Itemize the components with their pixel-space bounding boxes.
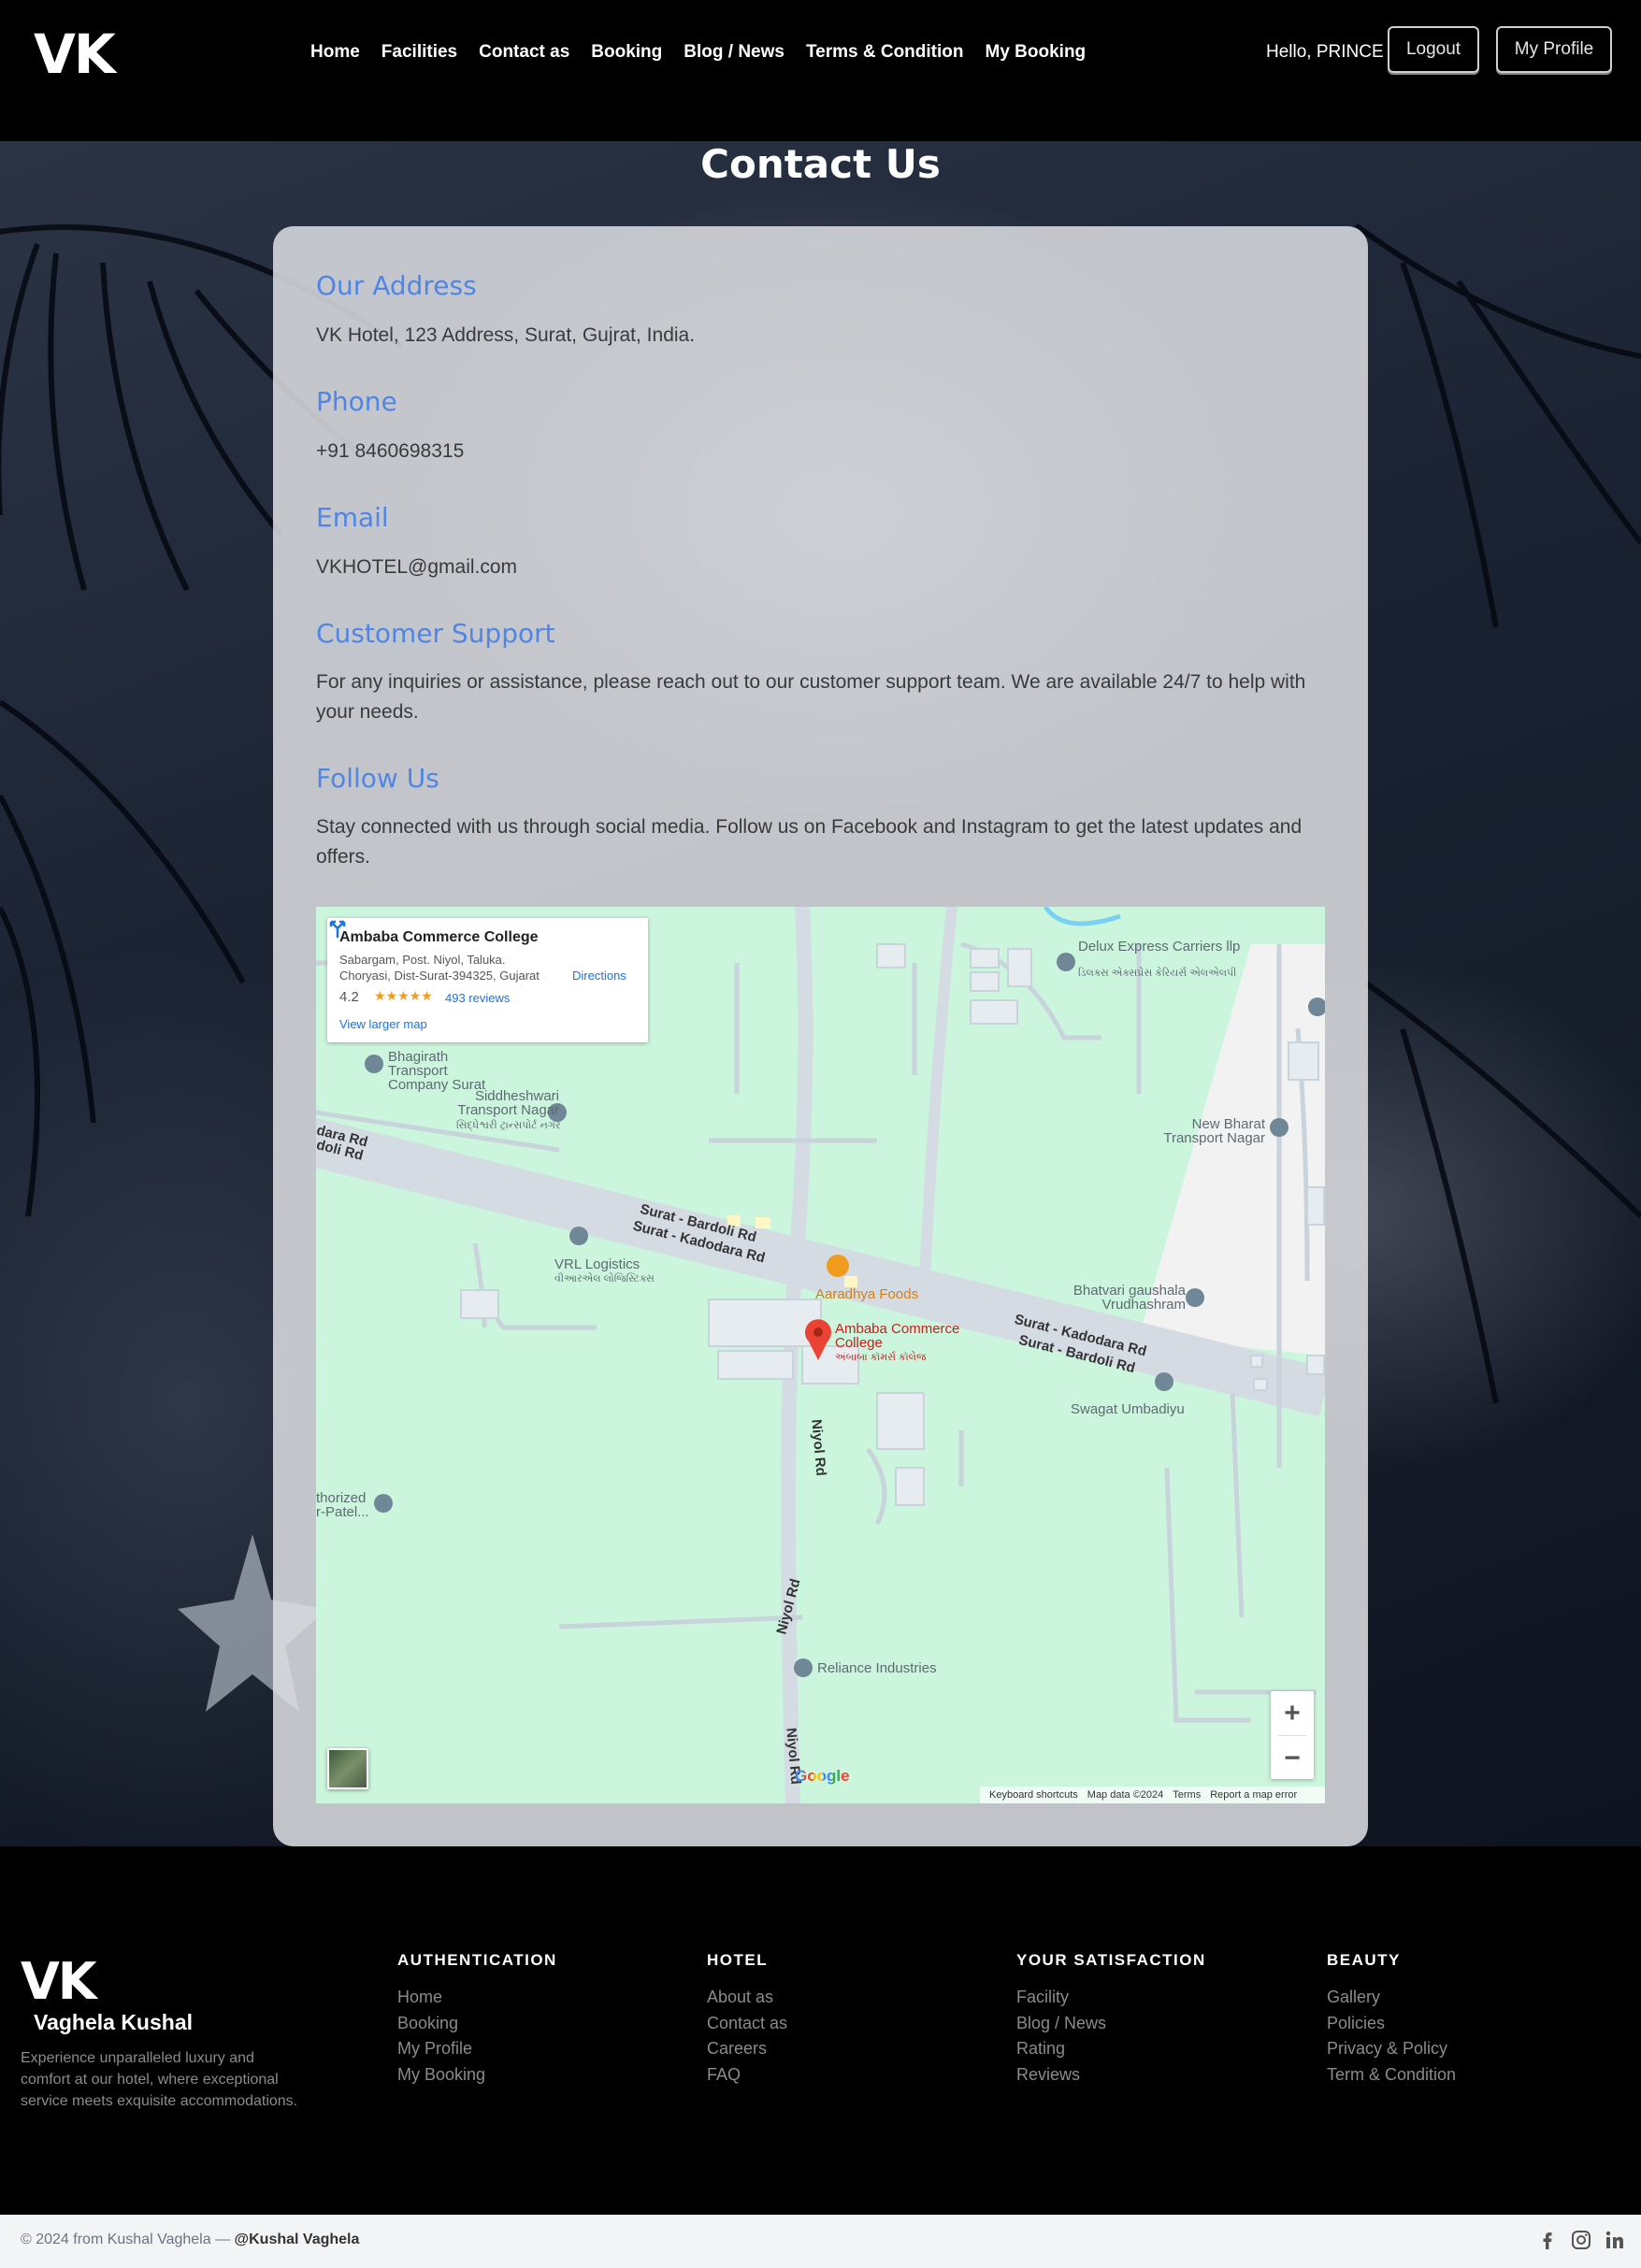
map-attribution: Keyboard shortcuts Map data ©2024 Terms … <box>980 1787 1325 1803</box>
google-logo: Google <box>795 1767 850 1786</box>
footer-brand-name: Vaghela Kushal <box>34 2010 194 2034</box>
satellite-toggle[interactable] <box>327 1748 368 1789</box>
zoom-out-button[interactable]: − <box>1271 1736 1314 1780</box>
footer-link-my-profile[interactable]: My Profile <box>397 2036 557 2062</box>
footer-col-satisfaction: YOUR SATISFACTION Facility Blog / News R… <box>1016 1951 1206 2088</box>
map-terms-link[interactable]: Terms <box>1173 1787 1201 1803</box>
map-label-delux: Delux Express Carriers llp <box>1078 939 1241 955</box>
footer-link-careers[interactable]: Careers <box>707 2036 787 2062</box>
footer-col-title: BEAUTY <box>1327 1951 1401 1969</box>
nav-blog[interactable]: Blog / News <box>684 39 785 65</box>
directions-link[interactable]: Directions <box>572 969 626 983</box>
address-text: VK Hotel, 123 Address, Surat, Gujrat, In… <box>316 324 696 346</box>
footer-link-facility[interactable]: Facility <box>1016 1985 1206 2011</box>
site-logo[interactable]: VK <box>34 22 116 86</box>
footer-link-booking[interactable]: Booking <box>397 2011 557 2037</box>
map-label-siddheshwari: Siddheshwari Transport Nagar <box>457 1088 559 1118</box>
footer-link-faq[interactable]: FAQ <box>707 2062 787 2089</box>
embedded-map[interactable]: Delux Express Carriers llp ડિલક્સ એક્સપ્… <box>316 907 1325 1803</box>
follow-heading: Follow Us <box>316 763 439 794</box>
top-navbar: VK Home Facilities Contact as Booking Bl… <box>0 0 1641 141</box>
copyright-text: © 2024 from Kushal Vaghela — @Kushal Vag… <box>21 2232 359 2248</box>
report-map-error-link[interactable]: Report a map error <box>1210 1787 1297 1803</box>
footer-link-gallery[interactable]: Gallery <box>1327 1985 1456 2011</box>
footer-link-terms[interactable]: Term & Condition <box>1327 2062 1456 2089</box>
directions-icon[interactable] <box>327 918 348 939</box>
map-label-bhatvari: Bhatvari gaushala Vrudhashram <box>1072 1283 1186 1313</box>
footer-col-authentication: AUTHENTICATION Home Booking My Profile M… <box>397 1951 557 2088</box>
place-rating: 4.2 <box>339 989 359 1005</box>
footer-col-title: YOUR SATISFACTION <box>1016 1951 1206 1969</box>
map-label-new-bharat: New Bharat Transport Nagar <box>1163 1116 1265 1146</box>
keyboard-shortcuts-link[interactable]: Keyboard shortcuts <box>989 1787 1078 1803</box>
footer-link-rating[interactable]: Rating <box>1016 2036 1206 2062</box>
map-label-authorized: thorized r-Patel... <box>316 1490 369 1520</box>
nav-booking[interactable]: Booking <box>591 39 662 65</box>
instagram-icon[interactable] <box>1570 2229 1592 2251</box>
footer-link-reviews[interactable]: Reviews <box>1016 2062 1206 2089</box>
map-label-vrl-gu: વીઆરએલ લોજિસ્ટિક્સ <box>554 1273 655 1285</box>
main-nav: Home Facilities Contact as Booking Blog … <box>310 39 1107 65</box>
rating-stars: ★★★★★ <box>374 988 433 1003</box>
footer-col-title: HOTEL <box>707 1951 769 1969</box>
footer-link-about[interactable]: About as <box>707 1985 787 2011</box>
map-label-delux-gu: ડિલક્સ એક્સપ્રેસ કેરિયર્સ એલએલપી <box>1078 968 1237 979</box>
footer-col-hotel: HOTEL About as Contact as Careers FAQ <box>707 1951 787 2088</box>
google-logo-text: Google <box>795 1767 850 1785</box>
map-data-text: Map data ©2024 <box>1087 1789 1164 1801</box>
map-label-college-gu: અંબાબા કૉમર્સ કૉલેજ <box>835 1352 927 1363</box>
copyright-prefix: © 2024 from Kushal Vaghela — <box>21 2232 231 2247</box>
support-text: For any inquiries or assistance, please … <box>316 671 1306 723</box>
map-label-aaradhya: Aaradhya Foods <box>815 1286 919 1302</box>
email-heading: Email <box>316 502 389 533</box>
user-greeting: Hello, PRINCE <box>1266 42 1384 62</box>
address-heading: Our Address <box>316 270 477 301</box>
map-label-reliance: Reliance Industries <box>817 1660 937 1676</box>
footer-link-home[interactable]: Home <box>397 1985 557 2011</box>
nav-contact[interactable]: Contact as <box>479 39 569 65</box>
reviews-link[interactable]: 493 reviews <box>445 991 510 1005</box>
nav-terms[interactable]: Terms & Condition <box>806 39 964 65</box>
phone-heading: Phone <box>316 386 397 417</box>
facebook-icon[interactable] <box>1536 2229 1559 2251</box>
place-address: Sabargam, Post. Niyol, Taluka. Choryasi,… <box>339 953 540 983</box>
footer-col-beauty: BEAUTY Gallery Policies Privacy & Policy… <box>1327 1951 1456 2088</box>
footer-link-my-booking[interactable]: My Booking <box>397 2062 557 2089</box>
footer-col-title: AUTHENTICATION <box>397 1951 557 1969</box>
footer-link-policies[interactable]: Policies <box>1327 2011 1456 2037</box>
map-label-swagat: Swagat Umbadiyu <box>1071 1401 1185 1417</box>
support-heading: Customer Support <box>316 618 555 649</box>
view-larger-map-link[interactable]: View larger map <box>339 1017 427 1031</box>
zoom-in-button[interactable]: + <box>1271 1691 1314 1735</box>
author-handle[interactable]: @Kushal Vaghela <box>235 2232 360 2247</box>
map-info-card: Ambaba Commerce College Sabargam, Post. … <box>327 918 648 1042</box>
follow-text: Stay connected with us through social me… <box>316 816 1303 868</box>
map-label-bhagirath: Bhagirath Transport Company Surat <box>388 1049 486 1093</box>
footer-description: Experience unparalleled luxury and comfo… <box>21 2050 298 2109</box>
logout-button[interactable]: Logout <box>1388 26 1479 73</box>
map-label-college: Ambaba Commerce College <box>835 1321 960 1351</box>
page-title: Contact Us <box>700 141 941 187</box>
copyright-bar: © 2024 from Kushal Vaghela — @Kushal Vag… <box>0 2215 1641 2268</box>
footer-link-contact[interactable]: Contact as <box>707 2011 787 2037</box>
social-links <box>1536 2229 1626 2251</box>
email-text: VKHOTEL@gmail.com <box>316 556 518 578</box>
map-label-vrl: VRL Logistics <box>554 1256 641 1272</box>
phone-text: +91 8460698315 <box>316 440 465 462</box>
footer-logo[interactable]: VK <box>21 1952 97 2011</box>
linkedin-icon[interactable] <box>1604 2229 1626 2251</box>
footer-link-privacy[interactable]: Privacy & Policy <box>1327 2036 1456 2062</box>
footer-link-blog[interactable]: Blog / News <box>1016 2011 1206 2037</box>
nav-home[interactable]: Home <box>310 39 360 65</box>
zoom-controls: + − <box>1271 1691 1314 1779</box>
map-label-siddheshwari-gu: સિદ્ધેશ્વરી ટ્રાન્સપોર્ટ નગર <box>456 1120 561 1131</box>
place-name: Ambaba Commerce College <box>339 929 539 945</box>
my-profile-button[interactable]: My Profile <box>1496 26 1612 73</box>
nav-facilities[interactable]: Facilities <box>381 39 457 65</box>
nav-my-booking[interactable]: My Booking <box>986 39 1087 65</box>
